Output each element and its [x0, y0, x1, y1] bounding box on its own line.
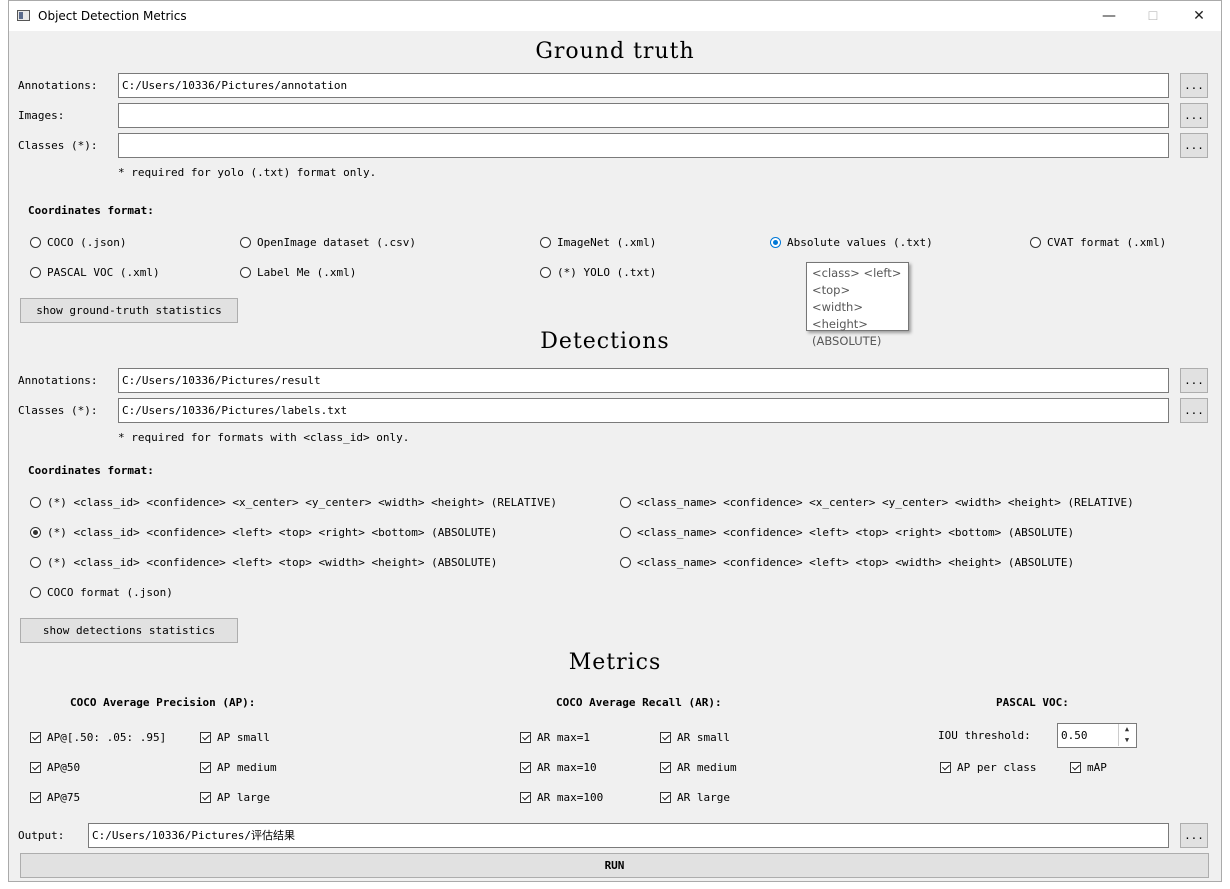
det-classes-browse-button[interactable]: ... [1180, 398, 1208, 423]
det-annotations-browse-button[interactable]: ... [1180, 368, 1208, 393]
det-format-classid-ltwh[interactable]: (*) <class_id> <confidence> <left> <top>… [30, 555, 497, 571]
pascal-voc-title: PASCAL VOC: [996, 696, 1069, 709]
map-checkbox[interactable]: mAP [1070, 760, 1107, 776]
gt-format-absolute[interactable]: Absolute values (.txt) [770, 235, 933, 251]
gt-format-cvat[interactable]: CVAT format (.xml) [1030, 235, 1166, 251]
gt-images-browse-button[interactable]: ... [1180, 103, 1208, 128]
detections-heading: Detections [540, 329, 670, 354]
det-format-label: Coordinates format: [28, 464, 154, 477]
minimize-icon[interactable]: — [1087, 1, 1131, 31]
title-bar: Object Detection Metrics — ☐ ✕ [9, 1, 1221, 31]
spin-down-icon[interactable]: ▼ [1118, 735, 1135, 746]
close-icon[interactable]: ✕ [1177, 1, 1221, 31]
ap-per-class-checkbox[interactable]: AP per class [940, 760, 1036, 776]
det-format-classname-relative[interactable]: <class_name> <confidence> <x_center> <y_… [620, 495, 1134, 511]
det-format-classid-relative[interactable]: (*) <class_id> <confidence> <x_center> <… [30, 495, 557, 511]
gt-classes-input[interactable] [118, 133, 1169, 158]
gt-format-label: Coordinates format: [28, 204, 154, 217]
ap-75-checkbox[interactable]: AP@75 [30, 790, 80, 806]
show-ground-truth-statistics-button[interactable]: show ground-truth statistics [20, 298, 238, 323]
gt-format-yolo[interactable]: (*) YOLO (.txt) [540, 265, 656, 281]
ap-medium-checkbox[interactable]: AP medium [200, 760, 277, 776]
gt-images-input[interactable] [118, 103, 1169, 128]
maximize-icon[interactable]: ☐ [1131, 1, 1175, 31]
gt-format-imagenet[interactable]: ImageNet (.xml) [540, 235, 656, 251]
output-browse-button[interactable]: ... [1180, 823, 1208, 848]
det-format-classid-ltrb[interactable]: (*) <class_id> <confidence> <left> <top>… [30, 525, 497, 541]
gt-classes-browse-button[interactable]: ... [1180, 133, 1208, 158]
ap-50-checkbox[interactable]: AP@50 [30, 760, 80, 776]
ar-large-checkbox[interactable]: AR large [660, 790, 730, 806]
ar-small-checkbox[interactable]: AR small [660, 730, 730, 746]
ar-medium-checkbox[interactable]: AR medium [660, 760, 737, 776]
coco-ar-title: COCO Average Recall (AR): [556, 696, 722, 709]
ap-small-checkbox[interactable]: AP small [200, 730, 270, 746]
gt-annotations-input[interactable]: C:/Users/10336/Pictures/annotation [118, 73, 1169, 98]
gt-images-label: Images: [18, 109, 65, 122]
det-classes-label: Classes (*): [18, 404, 98, 417]
coco-ap-title: COCO Average Precision (AP): [70, 696, 256, 709]
app-icon [17, 10, 30, 21]
gt-format-labelme[interactable]: Label Me (.xml) [240, 265, 356, 281]
det-annotations-input[interactable]: C:/Users/10336/Pictures/result [118, 368, 1169, 393]
gt-required-note: * required for yolo (.txt) format only. [118, 166, 377, 179]
ap-50-95-checkbox[interactable]: AP@[.50: .05: .95] [30, 730, 166, 746]
spin-up-icon[interactable]: ▲ [1118, 724, 1135, 735]
gt-annotations-label: Annotations: [18, 79, 98, 92]
output-input[interactable]: C:/Users/10336/Pictures/评估结果 [88, 823, 1169, 848]
run-button[interactable]: RUN [20, 853, 1209, 878]
iou-threshold-label: IOU threshold: [938, 729, 1031, 742]
show-detections-statistics-button[interactable]: show detections statistics [20, 618, 238, 643]
det-classes-input[interactable]: C:/Users/10336/Pictures/labels.txt [118, 398, 1169, 423]
gt-annotations-browse-button[interactable]: ... [1180, 73, 1208, 98]
iou-threshold-value: 0.50 [1061, 729, 1088, 742]
output-label: Output: [18, 829, 65, 842]
gt-format-coco[interactable]: COCO (.json) [30, 235, 126, 251]
ar-max10-checkbox[interactable]: AR max=10 [520, 760, 597, 776]
ar-max1-checkbox[interactable]: AR max=1 [520, 730, 590, 746]
iou-threshold-spinbox[interactable]: 0.50 ▲ ▼ [1057, 723, 1137, 748]
ar-max100-checkbox[interactable]: AR max=100 [520, 790, 603, 806]
metrics-heading: Metrics [568, 650, 662, 675]
det-annotations-label: Annotations: [18, 374, 98, 387]
det-required-note: * required for formats with <class_id> o… [118, 431, 410, 444]
det-format-classname-ltwh[interactable]: <class_name> <confidence> <left> <top> <… [620, 555, 1074, 571]
format-tooltip: <class> <left> <top> <width> <height> (A… [806, 262, 909, 348]
gt-format-openimage[interactable]: OpenImage dataset (.csv) [240, 235, 416, 251]
main-window: Object Detection Metrics — ☐ ✕ Ground tr… [8, 0, 1222, 882]
gt-classes-label: Classes (*): [18, 139, 98, 152]
det-format-classname-ltrb[interactable]: <class_name> <confidence> <left> <top> <… [620, 525, 1074, 541]
det-format-coco[interactable]: COCO format (.json) [30, 585, 173, 601]
gt-format-pascal-voc[interactable]: PASCAL VOC (.xml) [30, 265, 160, 281]
ground-truth-heading: Ground truth [535, 39, 695, 64]
window-title: Object Detection Metrics [38, 9, 187, 23]
ap-large-checkbox[interactable]: AP large [200, 790, 270, 806]
